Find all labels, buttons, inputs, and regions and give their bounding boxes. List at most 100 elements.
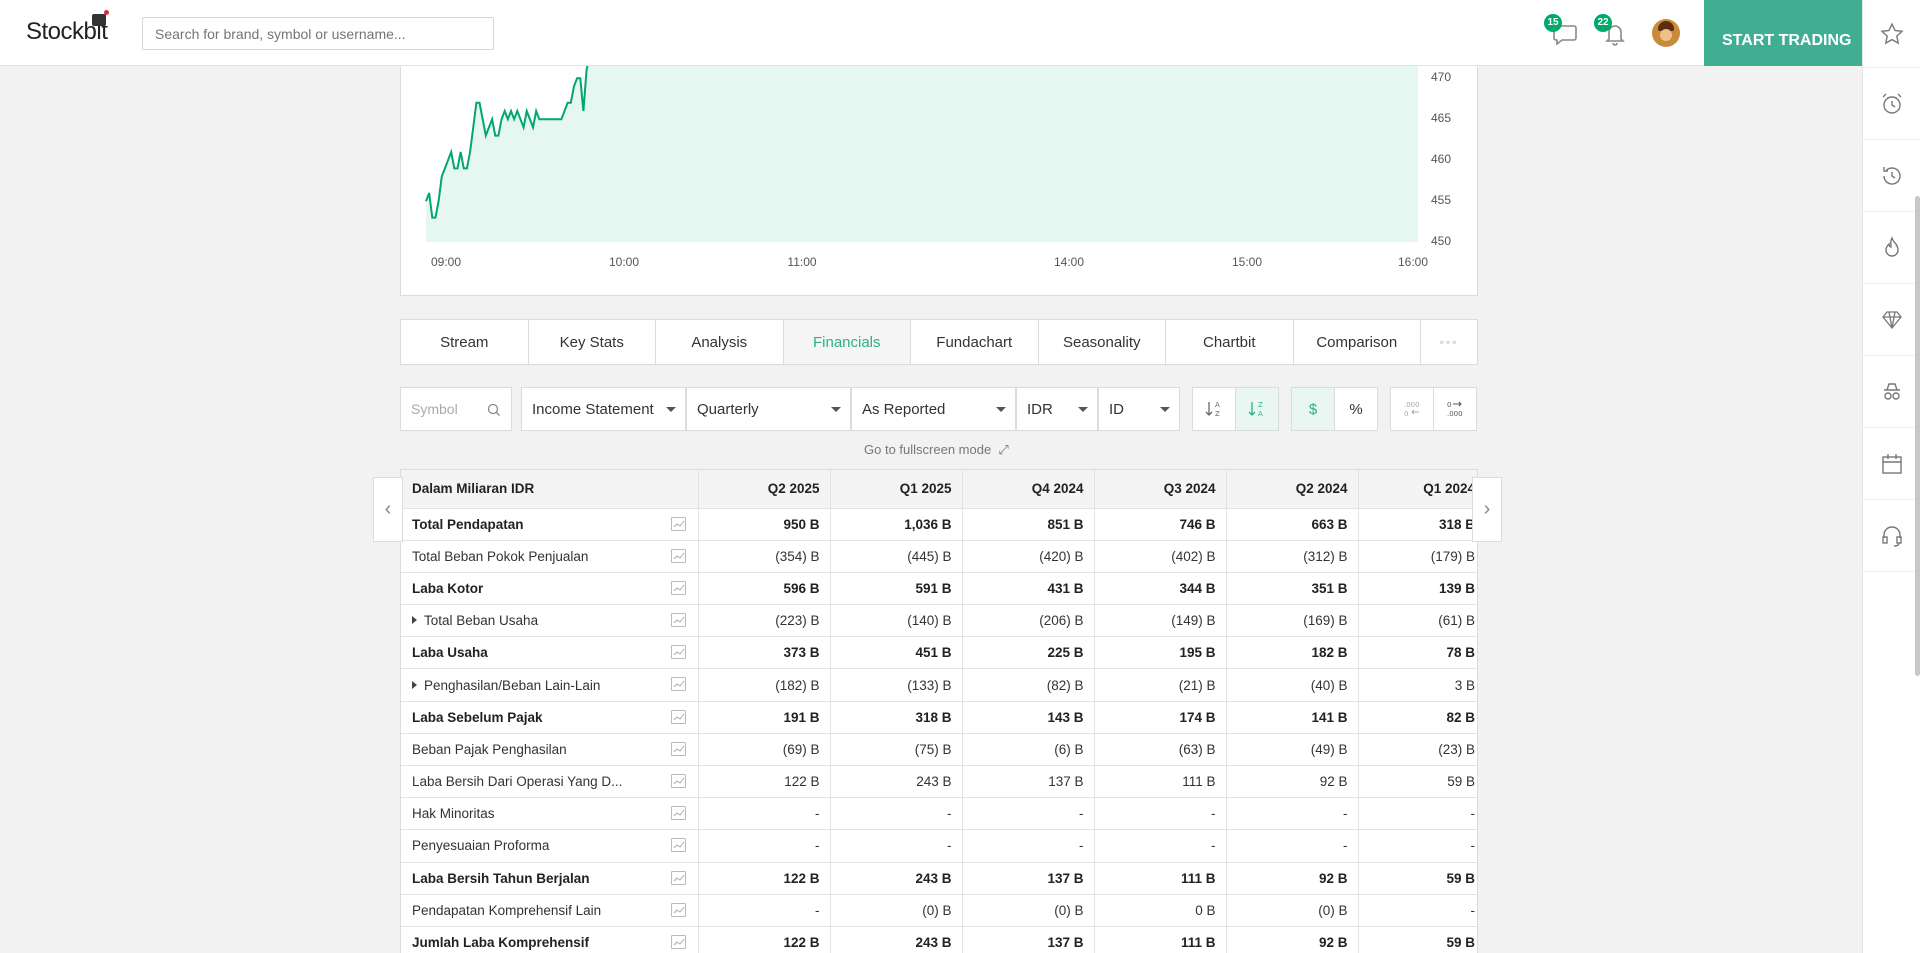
row-label-cell: Laba Kotor bbox=[401, 572, 699, 606]
mini-chart-icon[interactable] bbox=[670, 774, 686, 788]
trending-button[interactable] bbox=[1863, 212, 1920, 284]
table-row: Laba Bersih Tahun Berjalan 122 B 243 B 137 … bbox=[401, 862, 1477, 895]
statement-select[interactable]: Income Statement bbox=[521, 387, 686, 431]
value-cell: 137 B bbox=[962, 862, 1095, 895]
value-cell: 137 B bbox=[962, 926, 1095, 953]
premium-button[interactable] bbox=[1863, 284, 1920, 356]
page-scrollbar[interactable] bbox=[1915, 196, 1920, 676]
row-label-cell: Penyesuaian Proforma bbox=[401, 829, 699, 863]
row-label: Laba Bersih Dari Operasi Yang D... bbox=[412, 774, 623, 790]
value-cell: - bbox=[1094, 829, 1227, 863]
tab-more[interactable]: ◦◦◦ bbox=[1421, 320, 1477, 364]
tab-comparison[interactable]: Comparison bbox=[1294, 320, 1421, 364]
reporting-select[interactable]: As Reported bbox=[851, 387, 1016, 431]
svg-text:.000: .000 bbox=[1447, 410, 1463, 418]
support-button[interactable] bbox=[1863, 500, 1920, 572]
value-cell: - bbox=[962, 829, 1095, 863]
sort-ascending-button[interactable]: AZ bbox=[1192, 387, 1236, 431]
tab-fundachart[interactable]: Fundachart bbox=[911, 320, 1039, 364]
tab-seasonality[interactable]: Seasonality bbox=[1039, 320, 1166, 364]
tab-chartbit[interactable]: Chartbit bbox=[1166, 320, 1294, 364]
mini-chart-icon[interactable] bbox=[670, 580, 686, 595]
headset-icon bbox=[1881, 525, 1902, 547]
row-label-cell[interactable]: Total Beban Usaha bbox=[401, 604, 699, 638]
mini-chart-icon[interactable] bbox=[670, 838, 686, 853]
value-cell: (69) B bbox=[698, 733, 831, 767]
mini-chart-icon[interactable] bbox=[670, 870, 686, 885]
mini-chart-icon[interactable] bbox=[670, 677, 686, 692]
value-cell: (312) B bbox=[1226, 540, 1359, 573]
fullscreen-link[interactable]: Go to fullscreen mode ⤢ bbox=[864, 442, 1009, 458]
top-header: Stockbit 15 22 START TRADING bbox=[0, 0, 1862, 66]
symbol-input[interactable]: Symbol bbox=[400, 387, 512, 431]
price-area-fill bbox=[426, 66, 1418, 242]
value-mode-button[interactable]: $ bbox=[1291, 387, 1335, 431]
expand-caret-icon[interactable] bbox=[412, 616, 417, 625]
history-button[interactable] bbox=[1863, 140, 1920, 212]
value-cell: (49) B bbox=[1226, 733, 1359, 767]
search-input[interactable] bbox=[142, 17, 494, 50]
table-row: Beban Pajak Penghasilan (69) B (75) B (6) B… bbox=[401, 733, 1477, 767]
currency-select[interactable]: IDR bbox=[1016, 387, 1098, 431]
x-tick-label: 14:00 bbox=[1054, 255, 1084, 269]
svg-text:0: 0 bbox=[1447, 401, 1451, 409]
column-header: Q2 2024 bbox=[1226, 470, 1359, 509]
mini-chart-icon[interactable] bbox=[670, 613, 686, 628]
svg-text:Z: Z bbox=[1215, 410, 1220, 418]
row-label-cell[interactable]: Penghasilan/Beban Lain-Lain bbox=[401, 668, 699, 702]
watchlist-button[interactable] bbox=[1863, 0, 1920, 68]
period-select[interactable]: Quarterly bbox=[686, 387, 851, 431]
scroll-left-button[interactable]: ‹ bbox=[373, 477, 403, 542]
value-cell: - bbox=[698, 797, 831, 831]
mini-chart-icon[interactable] bbox=[670, 934, 686, 949]
expand-caret-icon[interactable] bbox=[412, 680, 417, 689]
row-label-cell: Laba Bersih Tahun Berjalan bbox=[401, 862, 699, 895]
mini-chart-icon[interactable] bbox=[670, 516, 686, 531]
value-cell: 78 B bbox=[1358, 636, 1477, 670]
value-cell: - bbox=[1358, 894, 1477, 927]
row-label: Laba Bersih Tahun Berjalan bbox=[412, 870, 590, 886]
value-cell: 373 B bbox=[698, 636, 831, 670]
mini-chart-icon[interactable] bbox=[670, 645, 686, 660]
messages-button[interactable]: 15 bbox=[1544, 14, 1580, 48]
value-cell: 92 B bbox=[1226, 926, 1359, 953]
percent-mode-button[interactable]: % bbox=[1334, 387, 1378, 431]
income-statement-table: Dalam Miliaran IDR Q2 2025 Q1 2025 Q4 2024… bbox=[401, 470, 1477, 953]
fire-icon bbox=[1884, 235, 1899, 257]
start-trading-button[interactable]: START TRADING bbox=[1704, 0, 1862, 66]
value-cell: 141 B bbox=[1226, 701, 1359, 734]
value-cell: 143 B bbox=[962, 701, 1095, 734]
chevron-right-icon: › bbox=[1483, 498, 1491, 520]
mini-chart-icon[interactable] bbox=[670, 806, 686, 821]
mini-chart-icon[interactable] bbox=[670, 741, 686, 756]
scroll-right-button[interactable]: › bbox=[1472, 477, 1502, 542]
mini-chart-icon[interactable] bbox=[670, 548, 686, 563]
tab-key-stats[interactable]: Key Stats bbox=[529, 320, 656, 364]
mini-chart-icon[interactable] bbox=[670, 709, 686, 724]
table-row: Pendapatan Komprehensif Lain - (0) B (0) B0… bbox=[401, 894, 1477, 927]
alerts-button[interactable] bbox=[1863, 68, 1920, 140]
table-row: Laba Kotor 596 B 591 B 431 B 344 B 351 B 139 B bbox=[401, 572, 1477, 606]
value-cell: 243 B bbox=[830, 862, 963, 895]
row-label: Total Pendapatan bbox=[412, 516, 524, 532]
value-cell: 122 B bbox=[698, 926, 831, 953]
language-select[interactable]: ID bbox=[1098, 387, 1180, 431]
row-label-cell: Total Pendapatan bbox=[401, 508, 699, 541]
insider-button[interactable] bbox=[1863, 356, 1920, 428]
y-tick-label: 450 bbox=[1431, 234, 1451, 248]
tab-financials[interactable]: Financials bbox=[783, 320, 911, 364]
value-cell: (61) B bbox=[1358, 604, 1477, 638]
mini-chart-icon[interactable] bbox=[670, 902, 686, 917]
table-row: Penghasilan/Beban Lain-Lain (182) B (133) … bbox=[401, 668, 1477, 702]
increase-decimal-button[interactable]: 0.000 bbox=[1433, 387, 1477, 431]
notifications-button[interactable]: 22 bbox=[1594, 14, 1630, 48]
sort-descending-button[interactable]: ZA bbox=[1235, 387, 1279, 431]
tab-analysis[interactable]: Analysis bbox=[656, 320, 784, 364]
calendar-button[interactable] bbox=[1863, 428, 1920, 500]
decrease-decimal-button[interactable]: .000 0 bbox=[1390, 387, 1434, 431]
row-label-cell: Jumlah Laba Komprehensif bbox=[401, 926, 699, 953]
value-cell: 182 B bbox=[1226, 636, 1359, 670]
value-cell: 59 B bbox=[1358, 862, 1477, 895]
user-avatar[interactable] bbox=[1652, 19, 1680, 47]
tab-stream[interactable]: Stream bbox=[401, 320, 529, 364]
